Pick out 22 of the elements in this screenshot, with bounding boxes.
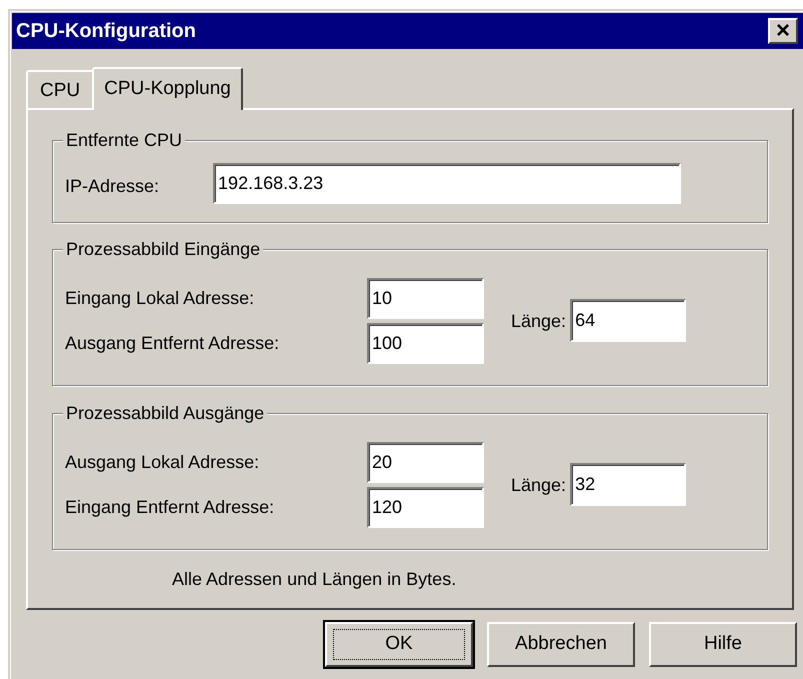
input-field[interactable]: 120 <box>367 486 484 528</box>
input-field[interactable]: 192.168.3.23 <box>213 163 682 204</box>
dialog-button[interactable]: OK <box>325 622 473 667</box>
input-field[interactable]: 64 <box>570 299 686 342</box>
dialog-button[interactable]: Abbrechen <box>487 622 635 667</box>
tab[interactable]: CPU <box>26 70 94 108</box>
address-label: Ausgang Entfernt Adresse: <box>65 332 280 355</box>
input-field[interactable]: 32 <box>570 463 686 506</box>
address-label: Eingang Entfernt Adresse: <box>65 496 276 519</box>
tab[interactable]: CPU-Kopplung <box>92 67 243 110</box>
units-note: Alle Adressen und Längen in Bytes. <box>172 569 456 589</box>
address-label: Eingang Lokal Adresse: <box>65 286 256 310</box>
length-label: Länge: <box>511 310 566 333</box>
address-label: Ausgang Lokal Adresse: <box>65 450 260 474</box>
input-field[interactable]: 100 <box>367 322 484 364</box>
dialog-button[interactable]: Hilfe <box>649 622 797 667</box>
input-field[interactable]: 10 <box>367 278 484 318</box>
window-title: CPU-Konfiguration <box>16 19 196 44</box>
ip-address-label: IP-Adresse: <box>65 175 160 198</box>
length-label: Länge: <box>511 474 566 497</box>
input-field[interactable]: 20 <box>367 442 484 482</box>
close-button[interactable]: × <box>768 18 798 44</box>
